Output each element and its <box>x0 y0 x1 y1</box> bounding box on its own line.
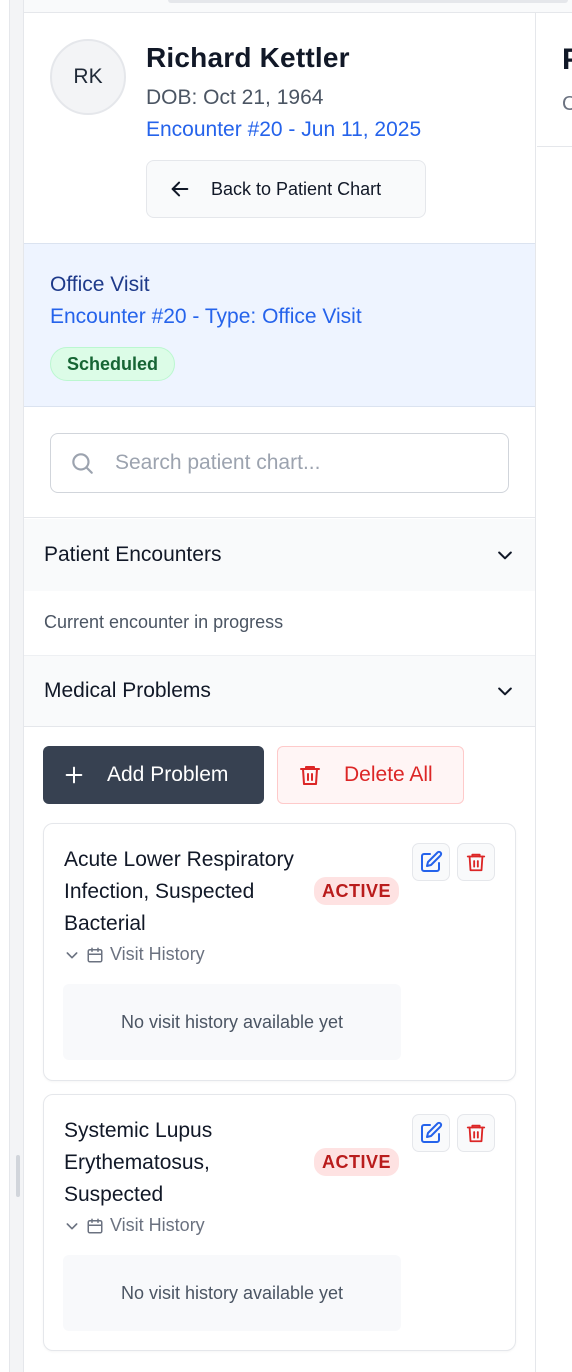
patient-name: Richard Kettler <box>146 42 350 73</box>
top-bar-segment <box>168 0 568 3</box>
encounter-subtitle: Encounter #20 - Type: Office Visit <box>50 305 362 328</box>
edit-problem-button[interactable] <box>412 1114 450 1152</box>
top-bar <box>24 0 572 13</box>
visit-history-label: Visit History <box>110 1215 205 1235</box>
visit-history-toggle[interactable]: Visit History <box>64 1215 205 1236</box>
medical-problems-header[interactable]: Medical Problems <box>24 655 535 727</box>
patient-encounters-header[interactable]: Patient Encounters <box>24 519 535 591</box>
chevron-down-icon <box>66 951 78 958</box>
problem-card: Acute Lower Respiratory Infection, Suspe… <box>43 823 516 1081</box>
right-panel-title-fragment: P <box>562 43 572 77</box>
patient-header: RK Richard Kettler DOB: Oct 21, 1964 Enc… <box>24 13 535 243</box>
search-icon <box>72 453 93 474</box>
delete-problem-button[interactable] <box>457 1114 495 1152</box>
trash-icon <box>466 1124 486 1143</box>
chevron-down-icon <box>498 687 512 696</box>
visit-history-label: Visit History <box>110 944 205 964</box>
problem-status-badge: ACTIVE <box>314 1148 400 1176</box>
section-title: Patient Encounters <box>44 543 222 566</box>
edit-icon <box>421 1121 443 1143</box>
left-sidebar-collapsed <box>0 0 24 1372</box>
visit-history-empty: No visit history available yet <box>63 984 401 1060</box>
problem-card: Systemic Lupus Erythematosus, Suspected … <box>43 1094 516 1351</box>
patient-chart-panel: RK Richard Kettler DOB: Oct 21, 1964 Enc… <box>24 13 536 1372</box>
search-section <box>24 407 535 518</box>
arrow-left-icon <box>171 181 189 197</box>
add-problem-button[interactable]: Add Problem <box>43 746 264 804</box>
calendar-icon <box>87 1218 103 1233</box>
add-problem-label: Add Problem <box>107 763 229 786</box>
delete-all-button[interactable]: Delete All <box>277 746 464 804</box>
problem-name: Systemic Lupus Erythematosus, Suspected <box>64 1119 213 1206</box>
encounter-status-text: Current encounter in progress <box>44 612 284 632</box>
encounter-link[interactable]: Encounter #20 - Jun 11, 2025 <box>146 118 421 142</box>
chevron-down-icon <box>66 1222 78 1229</box>
delete-all-label: Delete All <box>344 763 433 786</box>
resize-handle[interactable] <box>16 1155 20 1197</box>
patient-dob: DOB: Oct 21, 1964 <box>146 86 324 109</box>
back-button-label: Back to Patient Chart <box>211 178 382 199</box>
right-panel-subtitle-fragment: C <box>562 93 572 116</box>
encounter-title: Office Visit <box>50 273 150 296</box>
chevron-down-icon <box>498 551 512 560</box>
trash-icon <box>466 853 486 872</box>
avatar-initials: RK <box>73 65 103 88</box>
problem-status-badge: ACTIVE <box>314 877 400 905</box>
calendar-icon <box>87 947 103 962</box>
plus-icon <box>65 766 83 784</box>
avatar: RK <box>50 39 126 115</box>
edit-problem-button[interactable] <box>412 843 450 881</box>
trash-icon <box>300 766 320 785</box>
search-input[interactable] <box>115 451 475 475</box>
visit-history-toggle[interactable]: Visit History <box>64 944 205 965</box>
visit-history-empty: No visit history available yet <box>63 1255 401 1331</box>
problem-name: Acute Lower Respiratory Infection, Suspe… <box>64 848 294 935</box>
back-to-chart-button[interactable]: Back to Patient Chart <box>146 160 426 218</box>
sidebar-edge <box>0 0 10 1372</box>
encounter-banner: Office Visit Encounter #20 - Type: Offic… <box>24 243 535 407</box>
status-badge: Scheduled <box>50 347 176 381</box>
delete-problem-button[interactable] <box>457 843 495 881</box>
search-box[interactable] <box>50 433 509 493</box>
section-title: Medical Problems <box>44 679 211 702</box>
right-panel-peek: P C <box>537 13 572 147</box>
edit-icon <box>421 850 443 872</box>
